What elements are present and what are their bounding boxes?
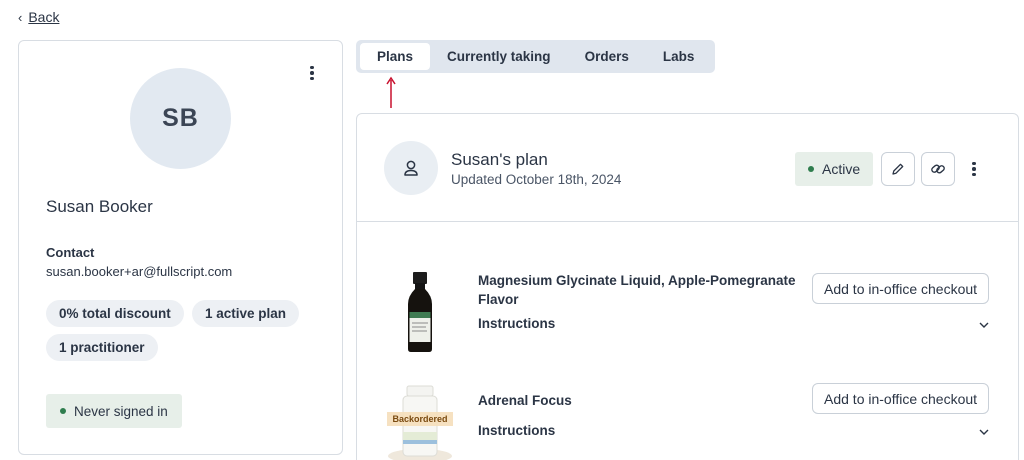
product-name: Magnesium Glycinate Liquid, Apple-Pomegr… (478, 273, 796, 307)
patient-email: susan.booker+ar@fullscript.com (46, 264, 233, 279)
plan-updated-date: Updated October 18th, 2024 (451, 172, 622, 187)
profile-more-options-icon[interactable] (302, 61, 322, 85)
discount-badge: 0% total discount (46, 300, 184, 327)
chevron-down-icon[interactable] (977, 427, 991, 437)
patient-tabs: Plans Currently taking Orders Labs (356, 40, 716, 73)
tab-orders[interactable]: Orders (568, 43, 646, 70)
tab-labs[interactable]: Labs (646, 43, 712, 70)
plan-status-badge: Active (795, 152, 874, 186)
add-to-checkout-button[interactable]: Add to in-office checkout (812, 273, 990, 304)
tab-plans[interactable]: Plans (360, 43, 431, 70)
patient-profile-card: SB Susan Booker Contact susan.booker+ar@… (18, 40, 343, 455)
plan-panel: Susan's plan Updated October 18th, 2024 … (356, 113, 1019, 460)
plan-more-options-icon[interactable] (964, 157, 984, 181)
patient-name: Susan Booker (46, 197, 153, 216)
patient-avatar: SB (130, 68, 231, 169)
active-plan-badge: 1 active plan (192, 300, 300, 327)
back-link[interactable]: ‹ Back (18, 9, 59, 25)
status-dot-icon (808, 166, 814, 172)
backordered-badge: Backordered (387, 412, 453, 426)
chevron-left-icon: ‹ (18, 9, 23, 25)
signin-status-badge: Never signed in (46, 394, 182, 428)
edit-plan-button[interactable] (881, 152, 915, 186)
back-label: Back (28, 9, 60, 25)
link-icon (931, 164, 945, 174)
pencil-icon (892, 163, 904, 175)
copy-link-button[interactable] (921, 152, 955, 186)
product-image-container: Backordered (387, 384, 453, 460)
contact-heading: Contact (46, 245, 95, 260)
signin-status-label: Never signed in (74, 403, 168, 419)
plan-status-label: Active (822, 161, 861, 177)
plan-title: Susan's plan (451, 150, 548, 169)
instructions-label: Instructions (478, 316, 556, 331)
tab-currently-taking[interactable]: Currently taking (430, 43, 568, 70)
annotation-arrow-icon (386, 76, 396, 108)
practitioner-badge: 1 practitioner (46, 334, 158, 361)
plan-header: Susan's plan Updated October 18th, 2024 … (357, 114, 1018, 222)
add-to-checkout-button[interactable]: Add to in-office checkout (812, 383, 990, 414)
instructions-label: Instructions (478, 423, 556, 438)
chevron-down-icon[interactable] (977, 320, 991, 330)
product-name: Adrenal Focus (478, 393, 572, 408)
status-dot-icon (60, 408, 66, 414)
user-icon (384, 141, 438, 195)
product-bottle-image (408, 272, 432, 352)
